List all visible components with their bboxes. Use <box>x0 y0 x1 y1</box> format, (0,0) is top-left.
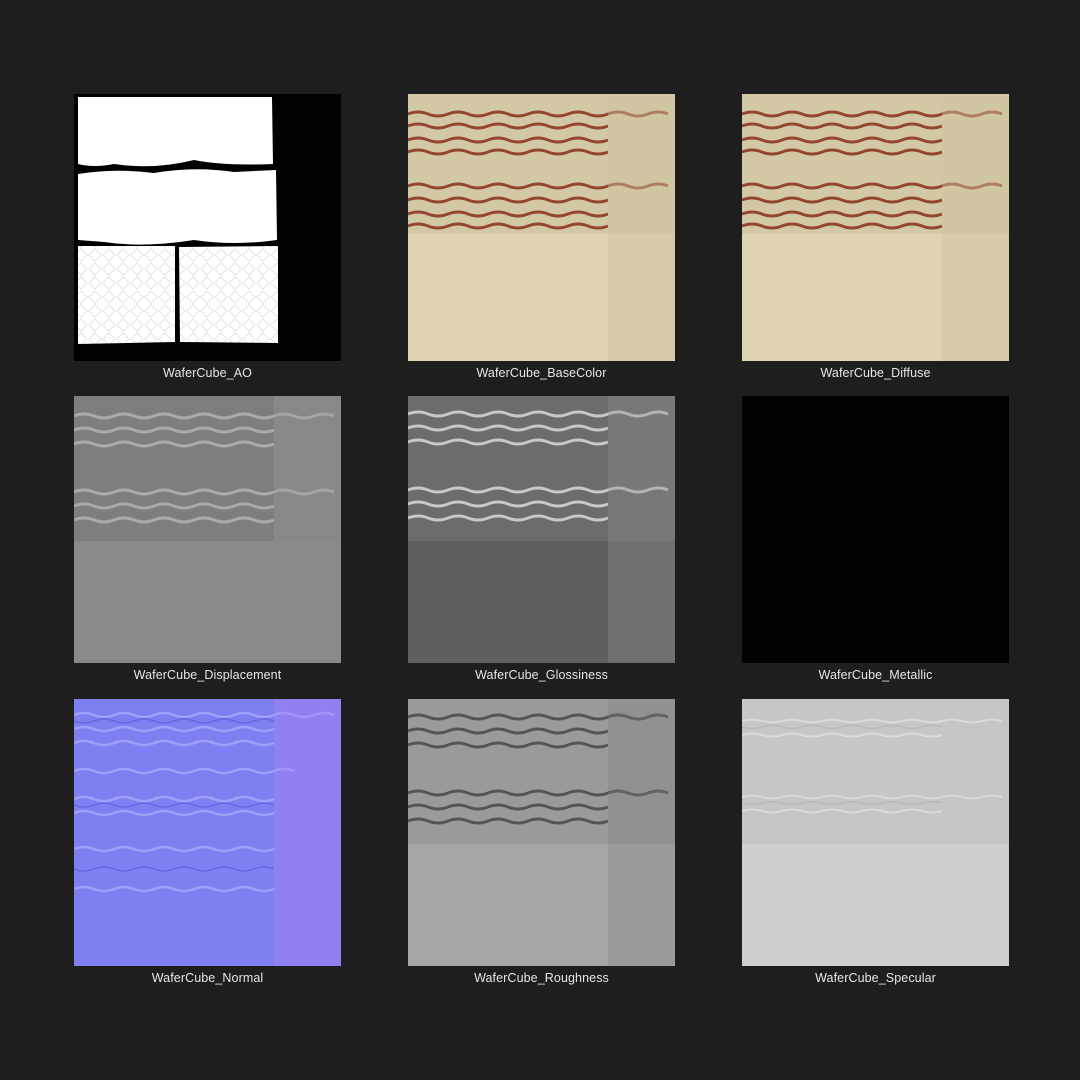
texture-grid: WaferCube_AO WaferCube_BaseColor WaferCu… <box>0 0 1080 1080</box>
metallic-map-thumbnail[interactable] <box>742 396 1009 663</box>
texture-tile-displacement[interactable]: WaferCube_Displacement <box>74 396 341 696</box>
displacement-map-thumbnail[interactable] <box>74 396 341 663</box>
texture-label: WaferCube_Diffuse <box>820 366 931 380</box>
texture-tile-basecolor[interactable]: WaferCube_BaseColor <box>408 94 675 394</box>
texture-tile-diffuse[interactable]: WaferCube_Diffuse <box>742 94 1009 394</box>
texture-tile-specular[interactable]: WaferCube_Specular <box>742 699 1009 999</box>
base-color-map-thumbnail[interactable] <box>408 94 675 361</box>
texture-tile-normal[interactable]: WaferCube_Normal <box>74 699 341 999</box>
specular-map-thumbnail[interactable] <box>742 699 1009 966</box>
texture-label: WaferCube_Metallic <box>818 668 933 682</box>
roughness-map-thumbnail[interactable] <box>408 699 675 966</box>
diffuse-map-thumbnail[interactable] <box>742 94 1009 361</box>
texture-tile-glossiness[interactable]: WaferCube_Glossiness <box>408 396 675 696</box>
texture-tile-roughness[interactable]: WaferCube_Roughness <box>408 699 675 999</box>
texture-label: WaferCube_AO <box>163 366 252 380</box>
ao-map-thumbnail[interactable] <box>74 94 341 361</box>
texture-label: WaferCube_Roughness <box>474 971 609 985</box>
glossiness-map-thumbnail[interactable] <box>408 396 675 663</box>
normal-map-thumbnail[interactable] <box>74 699 341 966</box>
texture-tile-ao[interactable]: WaferCube_AO <box>74 94 341 394</box>
texture-tile-metallic[interactable]: WaferCube_Metallic <box>742 396 1009 696</box>
texture-label: WaferCube_Normal <box>151 971 264 985</box>
texture-label: WaferCube_Specular <box>815 971 936 985</box>
texture-label: WaferCube_Glossiness <box>475 668 608 682</box>
texture-label: WaferCube_Displacement <box>133 668 282 682</box>
texture-label: WaferCube_BaseColor <box>476 366 607 380</box>
